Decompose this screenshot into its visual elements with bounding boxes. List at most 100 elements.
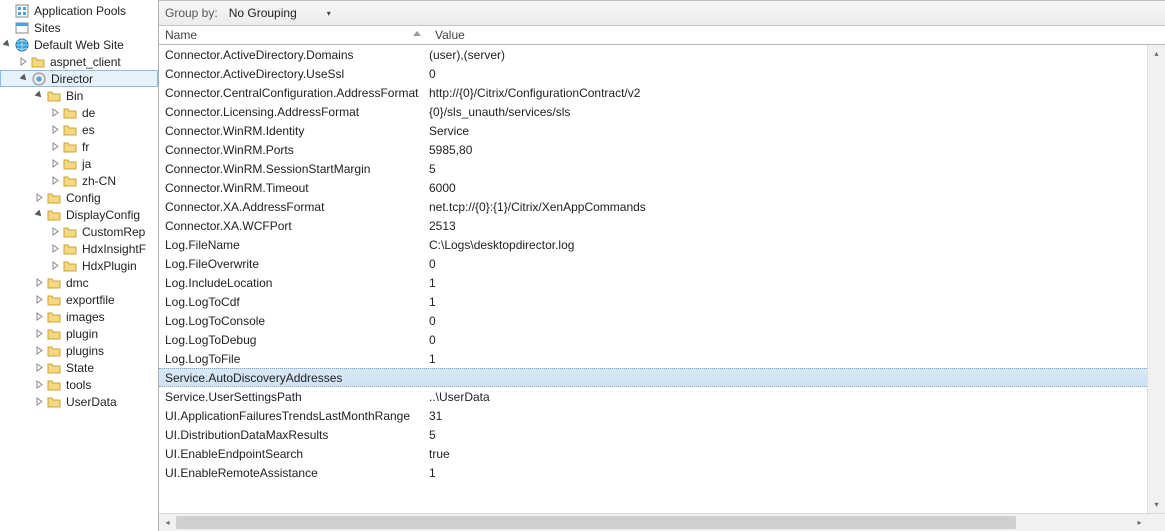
table-row[interactable]: UI.DistributionDataMaxResults5 <box>159 425 1147 444</box>
expander-collapsed[interactable] <box>34 328 45 339</box>
vertical-scroll-track[interactable] <box>1148 62 1165 496</box>
groupby-dropdown[interactable]: No Grouping ▾ <box>224 2 338 24</box>
setting-name: Connector.WinRM.Identity <box>159 124 429 138</box>
chevron-down-icon: ▾ <box>327 9 331 18</box>
tree-label: tools <box>65 378 92 392</box>
tree-node-hdxinsight[interactable]: HdxInsightF <box>0 240 158 257</box>
table-row[interactable]: UI.ApplicationFailuresTrendsLastMonthRan… <box>159 406 1147 425</box>
setting-value: 6000 <box>429 181 1147 195</box>
table-row[interactable]: Connector.WinRM.Timeout6000 <box>159 178 1147 197</box>
expander-collapsed[interactable] <box>50 141 61 152</box>
vertical-scrollbar[interactable]: ▴ ▾ <box>1147 45 1165 513</box>
expander-collapsed[interactable] <box>50 158 61 169</box>
tree-node-customrep[interactable]: CustomRep <box>0 223 158 240</box>
table-row[interactable]: Log.FileOverwrite0 <box>159 254 1147 273</box>
expander-expanded[interactable] <box>19 73 30 84</box>
table-row[interactable]: Log.IncludeLocation1 <box>159 273 1147 292</box>
tree-node-tools[interactable]: tools <box>0 376 158 393</box>
expander-expanded[interactable] <box>34 90 45 101</box>
horizontal-scrollbar[interactable]: ◂ ▸ <box>159 513 1165 531</box>
setting-value: net.tcp://{0}:{1}/Citrix/XenAppCommands <box>429 200 1147 214</box>
tree[interactable]: Application Pools Sites Default Web Site <box>0 0 158 410</box>
folder-icon <box>62 241 78 257</box>
expander-expanded[interactable] <box>34 209 45 220</box>
tree-node-images[interactable]: images <box>0 308 158 325</box>
expander-collapsed[interactable] <box>34 277 45 288</box>
folder-icon <box>46 309 62 325</box>
table-row[interactable]: Connector.WinRM.SessionStartMargin5 <box>159 159 1147 178</box>
expander-collapsed[interactable] <box>34 362 45 373</box>
folder-icon <box>62 224 78 240</box>
table-row[interactable]: Log.LogToFile1 <box>159 349 1147 368</box>
setting-value: 5985,80 <box>429 143 1147 157</box>
scroll-down-icon[interactable]: ▾ <box>1148 496 1165 513</box>
tree-label: Director <box>50 72 94 86</box>
tree-node-plugin[interactable]: plugin <box>0 325 158 342</box>
tree-node-bin[interactable]: Bin <box>0 87 158 104</box>
expander-expanded[interactable] <box>2 39 13 50</box>
table-row[interactable]: Connector.CentralConfiguration.AddressFo… <box>159 83 1147 102</box>
tree-node-fr[interactable]: fr <box>0 138 158 155</box>
expander-collapsed[interactable] <box>34 192 45 203</box>
table-row[interactable]: Connector.WinRM.Ports5985,80 <box>159 140 1147 159</box>
table-row[interactable]: Log.FileNameC:\Logs\desktopdirector.log <box>159 235 1147 254</box>
tree-node-plugins[interactable]: plugins <box>0 342 158 359</box>
expander-collapsed[interactable] <box>18 56 29 67</box>
expander-collapsed[interactable] <box>50 226 61 237</box>
tree-node-app-pools[interactable]: Application Pools <box>0 2 158 19</box>
tree-node-exportfile[interactable]: exportfile <box>0 291 158 308</box>
tree-label: Config <box>65 191 102 205</box>
expander-collapsed[interactable] <box>50 243 61 254</box>
tree-label: zh-CN <box>81 174 117 188</box>
tree-node-dmc[interactable]: dmc <box>0 274 158 291</box>
expander-collapsed[interactable] <box>50 175 61 186</box>
table-row[interactable]: Connector.XA.WCFPort2513 <box>159 216 1147 235</box>
tree-node-de[interactable]: de <box>0 104 158 121</box>
tree-node-ja[interactable]: ja <box>0 155 158 172</box>
expander-collapsed[interactable] <box>34 311 45 322</box>
scroll-up-icon[interactable]: ▴ <box>1148 45 1165 62</box>
table-row[interactable]: Connector.ActiveDirectory.Domains(user),… <box>159 45 1147 64</box>
table-row[interactable]: Connector.WinRM.IdentityService <box>159 121 1147 140</box>
tree-node-es[interactable]: es <box>0 121 158 138</box>
column-header-value[interactable]: Value <box>429 26 1165 44</box>
tree-label: es <box>81 123 96 137</box>
tree-node-director[interactable]: Director <box>0 70 158 87</box>
expander-collapsed[interactable] <box>50 107 61 118</box>
expander-collapsed[interactable] <box>50 124 61 135</box>
table-row[interactable]: Service.UserSettingsPath..\UserData <box>159 387 1147 406</box>
expander-collapsed[interactable] <box>34 396 45 407</box>
folder-icon <box>46 394 62 410</box>
tree-node-sites[interactable]: Sites <box>0 19 158 36</box>
table-row[interactable]: Connector.ActiveDirectory.UseSsl0 <box>159 64 1147 83</box>
table-row[interactable]: Connector.Licensing.AddressFormat{0}/sls… <box>159 102 1147 121</box>
column-header-name[interactable]: Name <box>159 26 429 44</box>
setting-name: UI.EnableRemoteAssistance <box>159 466 429 480</box>
setting-value: 1 <box>429 352 1147 366</box>
expander-collapsed[interactable] <box>34 379 45 390</box>
tree-node-userdata[interactable]: UserData <box>0 393 158 410</box>
tree-node-config[interactable]: Config <box>0 189 158 206</box>
table-row[interactable]: Log.LogToDebug0 <box>159 330 1147 349</box>
expander-collapsed[interactable] <box>34 345 45 356</box>
tree-node-aspnet-client[interactable]: aspnet_client <box>0 53 158 70</box>
expander-collapsed[interactable] <box>34 294 45 305</box>
scroll-right-icon[interactable]: ▸ <box>1131 514 1148 531</box>
tree-node-displayconfig[interactable]: DisplayConfig <box>0 206 158 223</box>
horizontal-scroll-thumb[interactable] <box>176 516 1016 529</box>
horizontal-scroll-track[interactable] <box>176 514 1131 531</box>
table-row[interactable]: UI.EnableRemoteAssistance1 <box>159 463 1147 482</box>
folder-icon <box>46 343 62 359</box>
table-row[interactable]: Service.AutoDiscoveryAddresses <box>159 368 1147 387</box>
tree-node-zh-cn[interactable]: zh-CN <box>0 172 158 189</box>
table-row[interactable]: UI.EnableEndpointSearchtrue <box>159 444 1147 463</box>
tree-node-state[interactable]: State <box>0 359 158 376</box>
tree-node-default-web-site[interactable]: Default Web Site <box>0 36 158 53</box>
grid-body[interactable]: Connector.ActiveDirectory.Domains(user),… <box>159 45 1147 513</box>
table-row[interactable]: Log.LogToConsole0 <box>159 311 1147 330</box>
table-row[interactable]: Log.LogToCdf1 <box>159 292 1147 311</box>
tree-node-hdxplugin[interactable]: HdxPlugin <box>0 257 158 274</box>
table-row[interactable]: Connector.XA.AddressFormatnet.tcp://{0}:… <box>159 197 1147 216</box>
expander-collapsed[interactable] <box>50 260 61 271</box>
scroll-left-icon[interactable]: ◂ <box>159 514 176 531</box>
